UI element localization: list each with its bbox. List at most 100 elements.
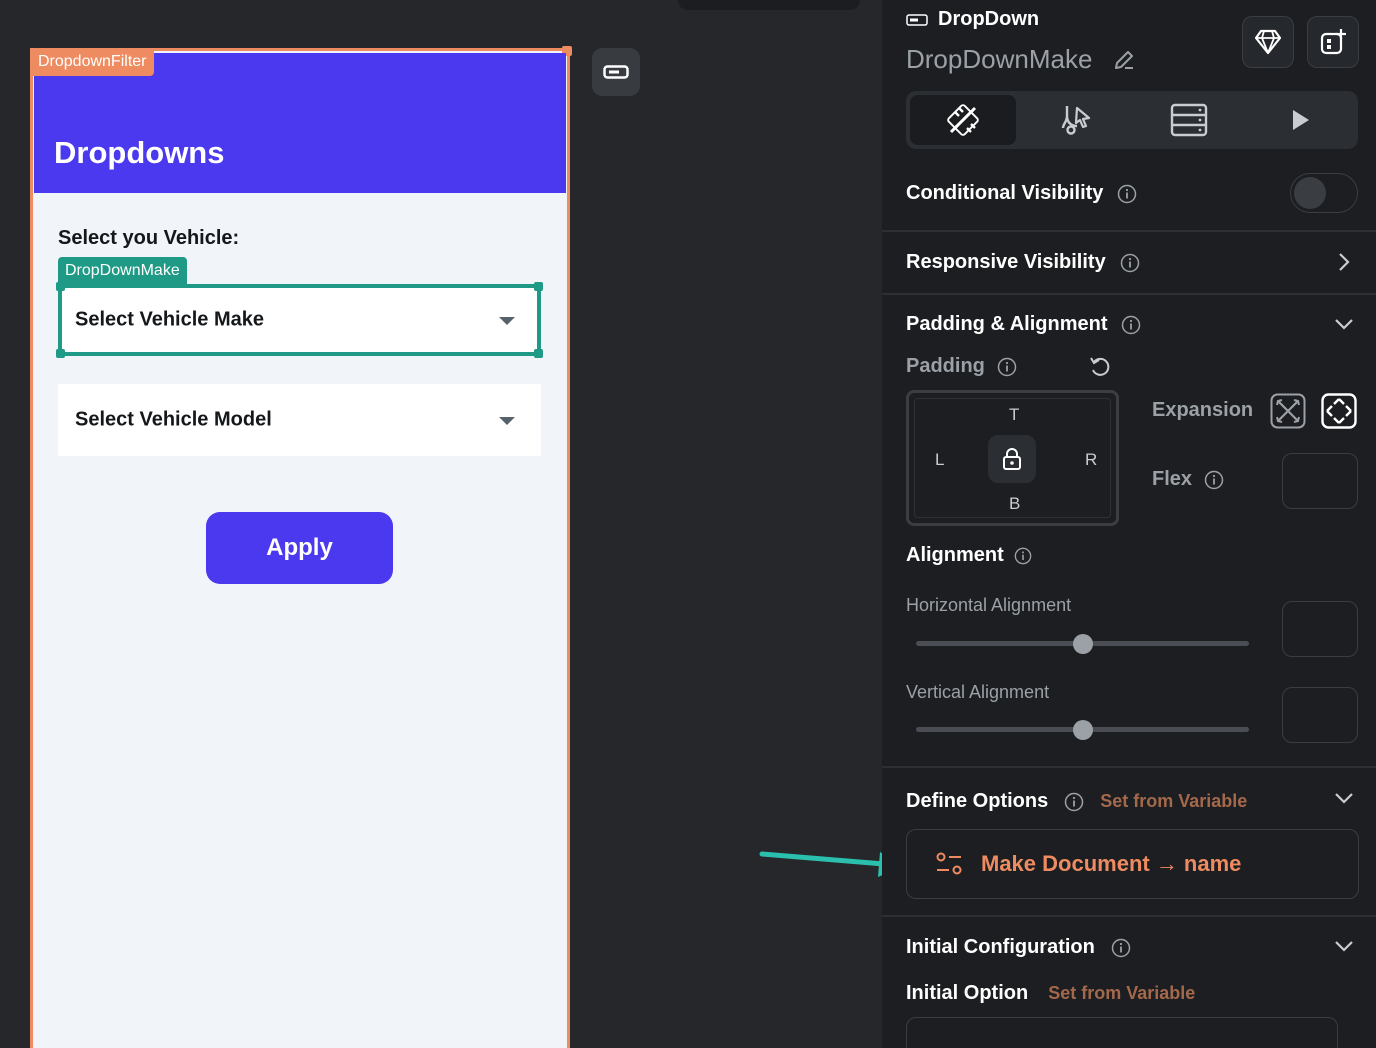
padding-bottom[interactable]: B: [1009, 494, 1020, 514]
info-icon[interactable]: [997, 357, 1017, 377]
alignment-label: Alignment: [906, 544, 1004, 566]
padding-left[interactable]: L: [935, 450, 944, 470]
dropdown-model[interactable]: Select Vehicle Model: [58, 384, 541, 456]
info-icon[interactable]: [1111, 938, 1131, 958]
expansion-label: Expansion: [1152, 399, 1254, 421]
widget-type-button[interactable]: [592, 48, 640, 96]
slider-knob[interactable]: [1072, 720, 1093, 740]
initial-set-from-variable-link[interactable]: Set from Variable: [1048, 983, 1195, 1004]
tab-properties[interactable]: [910, 95, 1016, 145]
section-label[interactable]: Select you Vehicle:: [58, 227, 239, 250]
dropdown-widget-icon: [906, 13, 928, 26]
initial-option-row: Initial Option Set from Variable: [906, 982, 1195, 1005]
toggle-knob: [1294, 177, 1326, 209]
expansion-shrink-icon[interactable]: [1270, 393, 1306, 429]
flex-input[interactable]: [1282, 453, 1358, 509]
apply-button[interactable]: Apply: [206, 512, 393, 584]
widget-name-row[interactable]: DropDownMake: [906, 44, 1136, 75]
padding-row: Padding: [906, 355, 1017, 378]
conditional-visibility-label: Conditional Visibility: [906, 182, 1104, 204]
padding-right[interactable]: R: [1085, 450, 1097, 470]
info-icon[interactable]: [1120, 253, 1140, 273]
options-variable-value: Make Document → name: [981, 851, 1242, 876]
padding-alignment-label: Padding & Alignment: [906, 313, 1108, 335]
info-icon[interactable]: [1064, 792, 1084, 812]
dropdown-make[interactable]: Select Vehicle Make: [56, 282, 543, 358]
padding-top[interactable]: T: [1009, 405, 1019, 425]
alignment-row: Alignment: [906, 544, 1032, 567]
set-from-variable-link[interactable]: Set from Variable: [1100, 791, 1247, 812]
padding-alignment-row[interactable]: Padding & Alignment: [906, 313, 1141, 336]
slider-knob[interactable]: [1072, 634, 1093, 654]
selection-handle[interactable]: [56, 282, 65, 291]
responsive-visibility-row[interactable]: Responsive Visibility: [906, 251, 1140, 274]
divider: [882, 915, 1376, 917]
diamond-icon: [1254, 29, 1282, 55]
design-tools-icon: [947, 104, 979, 136]
action-flow-icon: [1061, 106, 1091, 135]
flex-row: Flex: [1152, 468, 1224, 491]
horizontal-alignment-slider[interactable]: [916, 634, 1249, 654]
define-options-row: Define Options Set from Variable: [906, 790, 1247, 813]
chevron-down-icon[interactable]: [1334, 936, 1354, 956]
divider: [882, 766, 1376, 768]
vertical-alignment-input[interactable]: [1282, 687, 1358, 743]
initial-configuration-label: Initial Configuration: [906, 936, 1095, 958]
responsive-visibility-label: Responsive Visibility: [906, 251, 1106, 273]
edit-pencil-icon[interactable]: [1112, 48, 1136, 72]
horizontal-alignment-label: Horizontal Alignment: [906, 595, 1072, 615]
chevron-down-icon[interactable]: [1334, 314, 1354, 334]
design-canvas[interactable]: Dropdowns DropdownFilter Select you Vehi…: [0, 0, 904, 1048]
info-icon[interactable]: [1014, 547, 1032, 565]
initial-option-input[interactable]: [906, 1017, 1338, 1048]
vertical-alignment-label: Vertical Alignment: [906, 682, 1050, 702]
widget-name[interactable]: DropDownMake: [906, 44, 1092, 75]
initial-option-label: Initial Option: [906, 982, 1029, 1004]
add-widget-icon: [1320, 29, 1346, 55]
add-widget-button[interactable]: [1307, 16, 1359, 68]
caret-down-icon: [499, 417, 515, 425]
properties-panel: DropDown DropDownMake Conditional Visibi…: [882, 0, 1376, 1048]
dropdown-model-placeholder: Select Vehicle Model: [75, 408, 272, 431]
selection-handle[interactable]: [534, 282, 543, 291]
selection-handle[interactable]: [56, 349, 65, 358]
padding-editor[interactable]: T L R B: [906, 390, 1119, 526]
component-tag: DropdownFilter: [30, 48, 155, 76]
reset-icon[interactable]: [1088, 355, 1112, 379]
chevron-down-icon[interactable]: [1334, 788, 1354, 808]
info-icon[interactable]: [1204, 470, 1224, 490]
canvas-toolbar-sliver: [678, 0, 860, 10]
initial-configuration-row[interactable]: Initial Configuration: [906, 936, 1131, 959]
divider: [882, 293, 1376, 295]
info-icon[interactable]: [1121, 315, 1141, 335]
property-tabs: [906, 91, 1358, 149]
horizontal-alignment-input[interactable]: [1282, 601, 1358, 657]
database-rows-icon: [1170, 103, 1208, 137]
caret-down-icon: [499, 317, 515, 325]
dropdown-tag: DropDownMake: [58, 257, 187, 285]
tab-preview[interactable]: [1248, 95, 1354, 145]
widget-type-label: DropDown: [938, 8, 1040, 30]
tab-backend-query[interactable]: [1136, 95, 1242, 145]
lock-icon: [1003, 448, 1021, 470]
variable-settings-icon: [936, 852, 962, 875]
vertical-alignment-slider[interactable]: [916, 720, 1249, 740]
expansion-expand-icon[interactable]: [1321, 393, 1357, 429]
conditional-visibility-toggle[interactable]: [1290, 173, 1358, 213]
define-options-label: Define Options: [906, 790, 1049, 812]
play-icon: [1293, 110, 1309, 130]
tab-actions[interactable]: [1024, 95, 1130, 145]
component-frame[interactable]: Dropdowns DropdownFilter Select you Vehi…: [30, 46, 572, 1048]
chevron-right-icon[interactable]: [1334, 252, 1354, 272]
padding-label: Padding: [906, 355, 985, 377]
selection-handle[interactable]: [534, 349, 543, 358]
conditional-visibility-row: Conditional Visibility: [906, 182, 1137, 205]
padding-lock-button[interactable]: [988, 435, 1036, 483]
options-variable-field[interactable]: Make Document → name: [906, 829, 1359, 899]
info-icon[interactable]: [1117, 184, 1137, 204]
widget-type-header: DropDown: [906, 8, 1039, 31]
flex-label: Flex: [1152, 468, 1193, 490]
dropdown-make-placeholder: Select Vehicle Make: [75, 308, 265, 331]
dropdown-widget-icon: [603, 65, 629, 79]
premium-button[interactable]: [1242, 16, 1294, 68]
